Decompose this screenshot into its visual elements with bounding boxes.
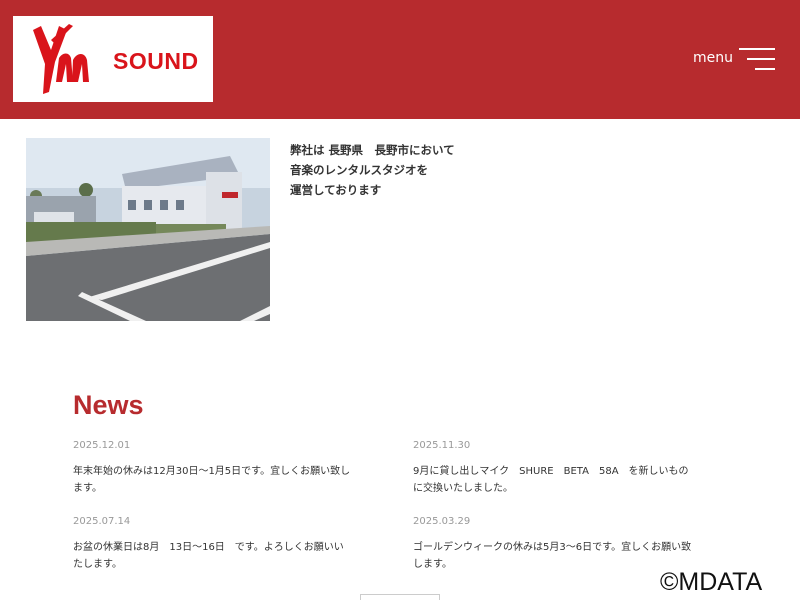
hamburger-menu-icon[interactable] (739, 48, 775, 72)
intro-text: 弊社は 長野県 長野市において 音楽のレンタルスタジオを 運営しております (290, 140, 455, 200)
news-date: 2025.07.14 (73, 516, 131, 527)
site-header: SOUND menu (0, 0, 800, 119)
news-date: 2025.11.30 (413, 440, 471, 451)
intro-line: 運営しております (290, 183, 382, 197)
news-text[interactable]: 9月に貸し出しマイク SHURE BETA 58A を新しいものに交換いたしまし… (413, 463, 693, 497)
news-date: 2025.12.01 (73, 440, 131, 451)
news-text[interactable]: 年末年始の休みは12月30日〜1月5日です。宜しくお願い致します。 (73, 463, 353, 497)
news-item[interactable]: 2025.12.01 年末年始の休みは12月30日〜1月5日です。宜しくお願い致… (73, 440, 353, 497)
news-item[interactable]: 2025.11.30 9月に貸し出しマイク SHURE BETA 58A を新し… (413, 440, 693, 497)
news-text[interactable]: ゴールデンウィークの休みは5月3〜6日です。宜しくお願い致します。 (413, 539, 693, 573)
studio-building-photo (26, 138, 270, 321)
menu-label[interactable]: menu (693, 50, 733, 66)
guitarist-logo-icon (33, 24, 89, 94)
site-logo[interactable]: SOUND (13, 16, 213, 102)
watermark-text: ©MDATA (660, 568, 763, 596)
intro-line: 音楽のレンタルスタジオを (290, 163, 428, 177)
intro-line: 弊社は 長野県 長野市において (290, 143, 455, 157)
news-date: 2025.03.29 (413, 516, 471, 527)
news-heading: News (73, 390, 144, 420)
news-text[interactable]: お盆の休業日は8月 13日〜16日 です。よろしくお願いいたします。 (73, 539, 353, 573)
logo-text: SOUND (113, 48, 199, 74)
news-item[interactable]: 2025.07.14 お盆の休業日は8月 13日〜16日 です。よろしくお願いい… (73, 516, 353, 573)
news-item[interactable]: 2025.03.29 ゴールデンウィークの休みは5月3〜6日です。宜しくお願い致… (413, 516, 693, 573)
news-more-button[interactable] (360, 594, 440, 600)
